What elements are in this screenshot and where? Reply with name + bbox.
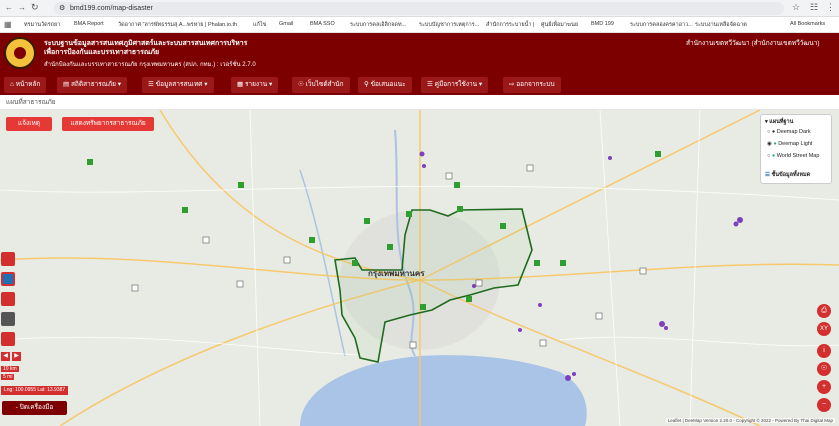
menu-icon[interactable]: ⋮ [826, 2, 835, 13]
nav-logout[interactable]: ⇨ ออกจากระบบ [503, 77, 561, 93]
bookmark-4[interactable]: แก้ไข [253, 21, 266, 29]
bookmark-13[interactable]: ระบบงานเหลือจัดฉาต [695, 21, 747, 29]
list-icon: ☰ [148, 81, 156, 88]
bookmarks-bar: ▦ ทรมานวัดรถยา BMA Report วัดอากาศ "ลารพ… [0, 17, 839, 33]
radio-street[interactable]: ○ [767, 153, 770, 159]
radio-dark[interactable]: ○ [767, 129, 770, 135]
xy-icon[interactable]: XY [817, 322, 831, 336]
nav-manual[interactable]: ☰ คู่มือการใช้งาน ▾ [421, 77, 489, 93]
app-header: ระบบฐานข้อมูลสารสนเทศภูมิศาสตร์และระบบสา… [0, 33, 839, 75]
bookmark-1[interactable]: BMA Report [74, 21, 104, 27]
bookmark-10[interactable]: ศูนย์เพื่อมาฆนย [541, 21, 578, 29]
nav-stats[interactable]: ▤ สถิติสาธารณภัย ▾ [57, 77, 128, 93]
zoom-out-icon[interactable]: − [817, 398, 831, 412]
globe-light-icon: ● [773, 141, 777, 147]
map-attribution: Leaflet | DeeMap Version 2.20.0 - Copyri… [665, 418, 835, 423]
info-icon[interactable]: i [817, 344, 831, 358]
layer-street[interactable]: ○ ● World Street Map [767, 153, 819, 159]
header-subtitle: สำนักป้องกันและบรรเทาสาธารณภัย กรุงเทพมห… [44, 62, 256, 68]
search-icon: ⚲ [364, 81, 371, 88]
close-tools-button[interactable]: - ปิดเครื่องมือ [2, 401, 67, 415]
zoom-in-icon[interactable]: + [817, 380, 831, 394]
bookmark-3[interactable]: พรหาย | Phalan.io.th [187, 21, 237, 29]
nav-report[interactable]: ▦ รายงาน ▾ [231, 77, 279, 93]
nav-website[interactable]: ☉ เว็บไซต์สำนัก [292, 77, 350, 93]
report-event-button[interactable]: แจ้งเหตุ [6, 117, 52, 131]
globe-icon: ☉ [298, 81, 306, 88]
apps-icon[interactable]: ▦ [4, 20, 12, 29]
layers-title: ▾ แผนที่ฐาน [765, 119, 794, 125]
bookmark-8[interactable]: ระบบบัญชาการเหตุการ... [419, 21, 479, 29]
globe-street-icon: ● [771, 153, 776, 159]
all-bookmarks[interactable]: All Bookmarks [790, 21, 825, 27]
radio-light[interactable]: ◉ [767, 141, 772, 147]
site-info-icon[interactable]: ⚙ [59, 2, 65, 15]
bookmark-5[interactable]: Gmail [279, 21, 293, 27]
ruler-tool-icon[interactable] [1, 332, 15, 346]
layer-dark[interactable]: ○ ● Deemap Dark [767, 129, 811, 135]
layers-data[interactable]: ☰ ชั้นข้อมูลทั้งหมด [765, 171, 810, 179]
nav-info[interactable]: ☰ ข้อมูลสารสนเทศ ▾ [142, 77, 214, 93]
back-icon[interactable]: ← [5, 3, 13, 12]
bookmark-11[interactable]: BMD 199 [591, 21, 614, 27]
reload-icon[interactable]: ↻ [31, 2, 39, 13]
globe-tool-icon[interactable]: ☉ [817, 362, 831, 376]
url-text: bmd199.com/map-disaster [70, 5, 153, 12]
logo [4, 37, 36, 69]
bookmark-9[interactable]: สำนักการระบายน้ำ | [486, 21, 534, 29]
next-icon[interactable]: ▶ [12, 352, 21, 361]
bookmark-2[interactable]: วัดอากาศ "ลารพัทธรรมสุ A... [118, 21, 187, 29]
layers-panel: ▾ แผนที่ฐาน ○ ● Deemap Dark ◉ ● Deemap L… [760, 114, 832, 184]
scale-km: 10 km [1, 366, 19, 372]
browser-bar: ← → ↻ ⚙ bmd199.com/map-disaster ☆ ☷ ⋮ [0, 0, 839, 17]
bookmark-0[interactable]: ทรมานวัดรถยา [24, 21, 60, 29]
bookmark-12[interactable]: ระบบการคลองครคาอาว... [630, 21, 693, 29]
chart-icon: ▤ [63, 81, 71, 88]
book-icon: ☰ [427, 81, 435, 88]
map-view[interactable]: กรุงเทพมหานคร แจ้งเหตุ แสดงทรัพยากรสาธาร… [0, 110, 839, 426]
print-icon[interactable]: ⎙ [817, 304, 831, 318]
report-icon: ▦ [237, 81, 245, 88]
crosshair-tool-icon[interactable] [1, 272, 15, 286]
prev-icon[interactable]: ◀ [1, 352, 10, 361]
forward-icon[interactable]: → [18, 3, 26, 12]
extensions-icon[interactable]: ☷ [810, 2, 818, 13]
header-title-2: เพื่อการป้องกันและบรรเทาสาธารณภัย [44, 49, 160, 56]
coords-readout: Lng: 100.0955 Lat: 13.9387 [1, 386, 69, 395]
city-label: กรุงเทพมหานคร [368, 269, 425, 278]
marker-tool-icon[interactable] [1, 252, 15, 266]
bookmark-6[interactable]: BMA SSO [310, 21, 335, 27]
globe-dark-icon: ● [771, 129, 776, 135]
breadcrumb: แผนที่สาธารณภัย [0, 95, 839, 110]
nav-feedback[interactable]: ⚲ ข้อเสนอแนะ [358, 77, 412, 93]
layer-light[interactable]: ◉ ● Deemap Light [767, 141, 812, 147]
header-org: สำนักงานเขตทวีวัฒนา (สำนักงานเขตทวีวัฒนา… [686, 40, 820, 47]
nav-home[interactable]: ⌂ หน้าหลัก [4, 77, 47, 93]
stack-icon: ☰ [765, 172, 770, 178]
main-nav: ⌂ หน้าหลัก ▤ สถิติสาธารณภัย ▾ ☰ ข้อมูลสา… [0, 75, 839, 95]
scale-mi: 5 mi [1, 374, 15, 380]
star-icon[interactable]: ☆ [792, 2, 800, 13]
bookmark-7[interactable]: ระบบการคลเอิลิกจดท... [350, 21, 406, 29]
url-bar[interactable]: ⚙ bmd199.com/map-disaster [54, 2, 784, 15]
measure-tool-icon[interactable] [1, 312, 15, 326]
show-resources-button[interactable]: แสดงทรัพยากรสาธารณภัย [62, 117, 154, 131]
document-tool-icon[interactable] [1, 292, 15, 306]
